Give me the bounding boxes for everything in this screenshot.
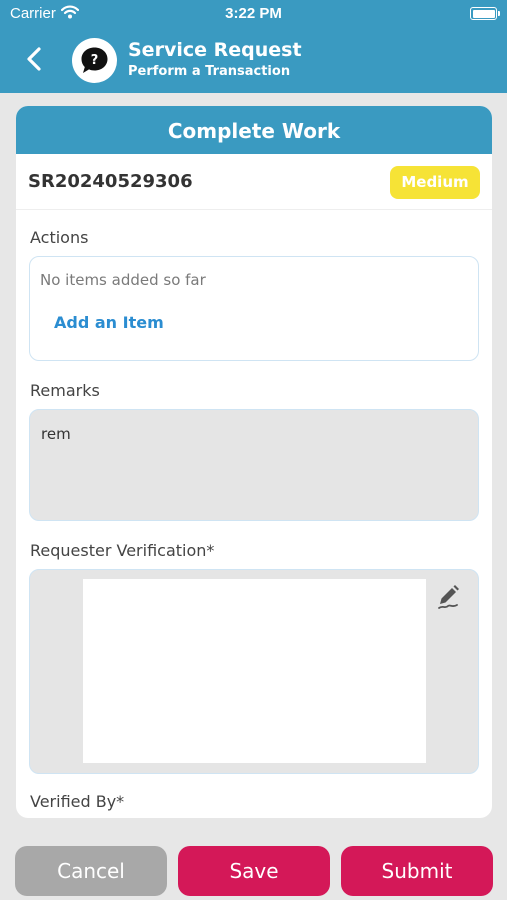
submit-button[interactable]: Submit	[341, 846, 493, 896]
clock: 3:22 PM	[225, 5, 282, 22]
save-button[interactable]: Save	[178, 846, 330, 896]
battery-icon	[470, 7, 500, 20]
page-title: Service Request	[128, 39, 302, 61]
verification-label: Requester Verification*	[30, 541, 215, 560]
back-button[interactable]	[22, 45, 50, 73]
verified-by-label: Verified By*	[30, 792, 125, 811]
cancel-button[interactable]: Cancel	[15, 846, 167, 896]
chevron-left-icon	[27, 47, 41, 71]
help-bubble-icon: ?	[72, 38, 117, 83]
remarks-label: Remarks	[30, 381, 100, 400]
priority-badge: Medium	[390, 166, 480, 199]
complete-work-card: Complete Work SR20240529306 Medium Actio…	[16, 106, 492, 818]
signature-pen-icon[interactable]	[436, 584, 462, 610]
add-item-link[interactable]: Add an Item	[54, 313, 164, 332]
signature-area	[29, 569, 479, 774]
remarks-field[interactable]: rem	[29, 409, 479, 521]
app-header: Carrier 3:22 PM ? Service Request Perfor…	[0, 0, 507, 93]
status-bar: Carrier 3:22 PM	[0, 0, 507, 28]
signature-pad[interactable]	[83, 579, 426, 763]
actions-empty-text: No items added so far	[40, 271, 206, 289]
actions-list: No items added so far Add an Item	[29, 256, 479, 361]
page-subtitle: Perform a Transaction	[128, 64, 291, 79]
svg-text:?: ?	[91, 53, 99, 68]
sr-row: SR20240529306 Medium	[16, 154, 492, 210]
card-heading: Complete Work	[16, 106, 492, 154]
actions-label: Actions	[30, 228, 89, 247]
sr-number: SR20240529306	[28, 171, 193, 192]
remarks-value: rem	[41, 425, 71, 443]
